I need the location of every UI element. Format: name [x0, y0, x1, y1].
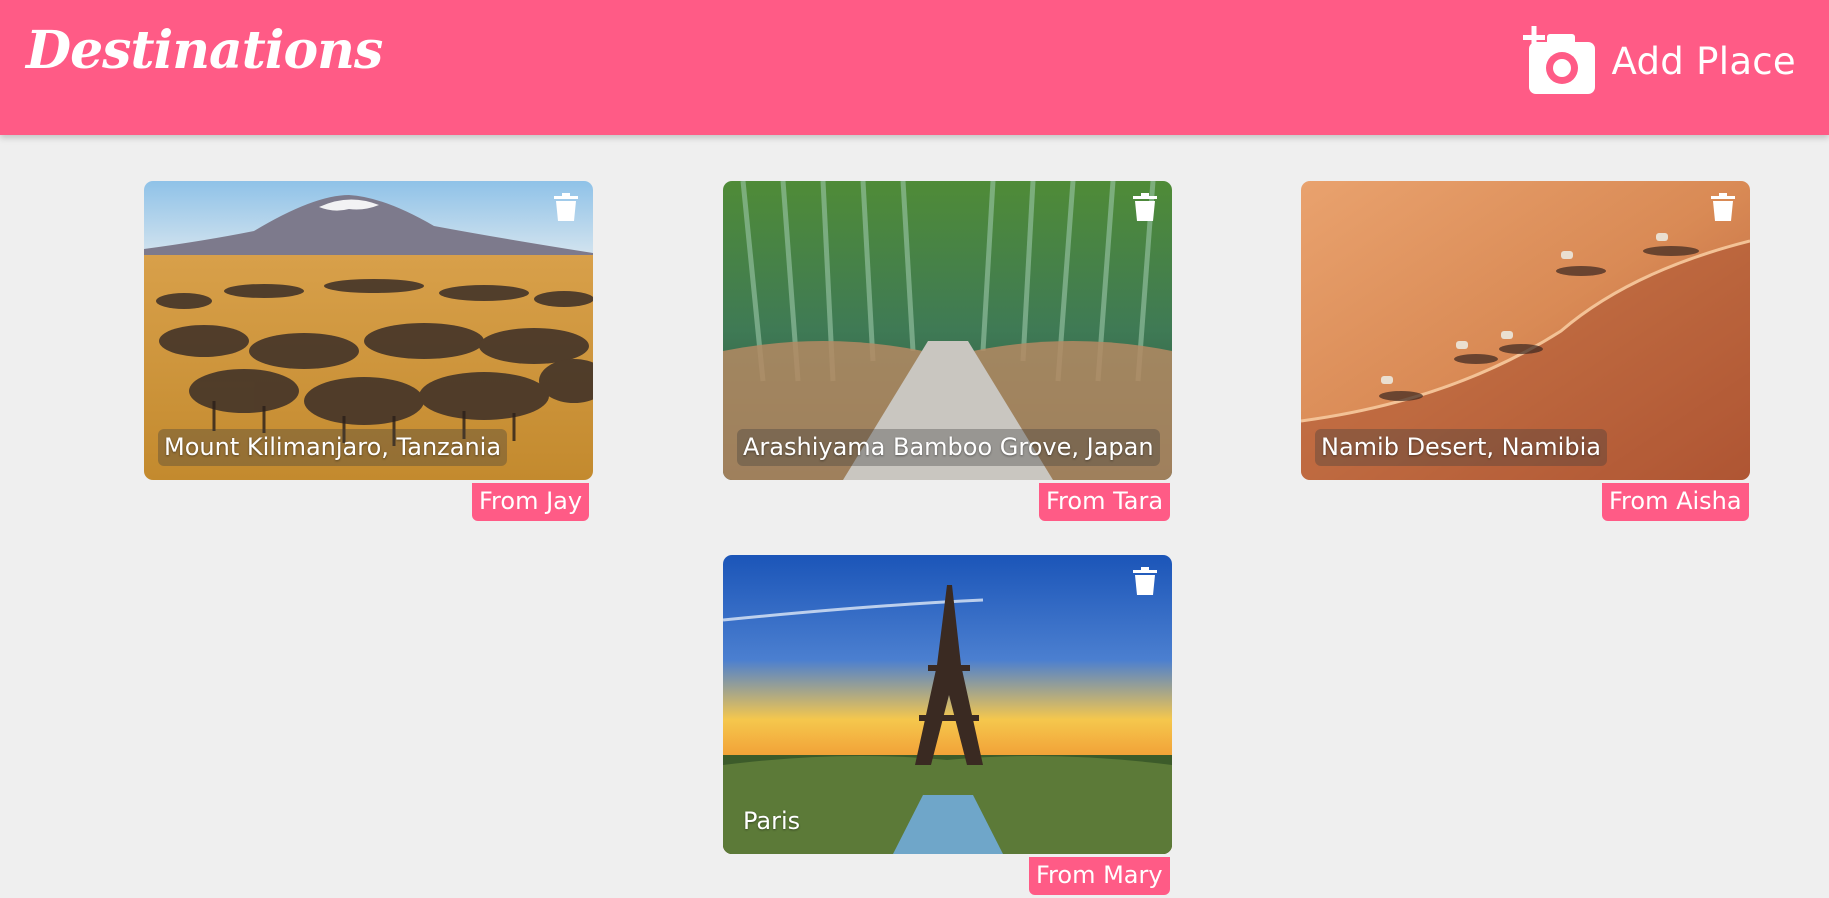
place-card: Paris: [723, 555, 1172, 854]
delete-trash-icon[interactable]: [1133, 567, 1157, 595]
from-badge: From Tara: [1039, 483, 1171, 521]
place-name: Arashiyama Bamboo Grove, Japan: [737, 429, 1160, 466]
place-name: Mount Kilimanjaro, Tanzania: [158, 429, 508, 466]
from-badge: From Jay: [472, 483, 590, 521]
from-badge: From Aisha: [1602, 483, 1749, 521]
delete-trash-icon[interactable]: [554, 193, 578, 221]
delete-trash-icon[interactable]: [1711, 193, 1735, 221]
add-place-label: Add Place: [1611, 39, 1796, 83]
place-card: Namib Desert, Namibia: [1301, 181, 1750, 480]
place-name: Paris: [743, 807, 801, 836]
add-camera-icon: [1522, 26, 1595, 94]
place-name: Namib Desert, Namibia: [1315, 429, 1607, 466]
place-card: Mount Kilimanjaro, Tanzania: [144, 181, 593, 480]
delete-trash-icon[interactable]: [1133, 193, 1157, 221]
app-header: Destinations Add Place: [0, 0, 1829, 135]
app-title: Destinations: [26, 20, 383, 81]
from-badge: From Mary: [1029, 857, 1170, 895]
add-place-button[interactable]: Add Place: [1521, 26, 1796, 96]
place-card: Arashiyama Bamboo Grove, Japan: [723, 181, 1172, 480]
